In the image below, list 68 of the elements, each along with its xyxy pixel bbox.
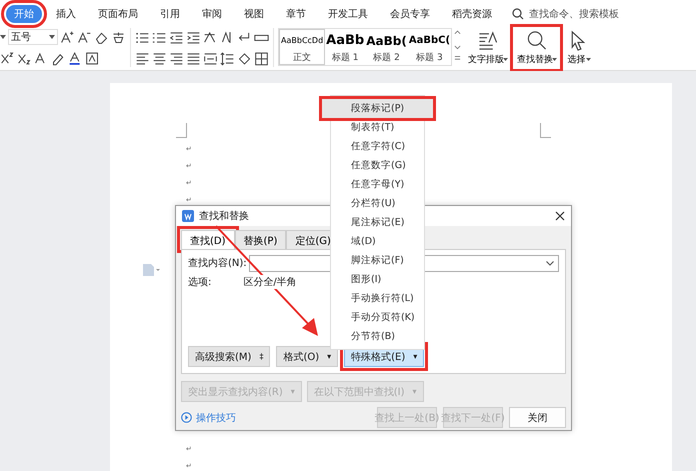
ribbon-tool-button[interactable]: 选择 [563, 28, 594, 68]
justify-icon[interactable] [186, 50, 201, 66]
line-spacing-icon[interactable] [220, 50, 235, 66]
style-label: 标题 3 [416, 52, 443, 64]
caret-icon[interactable] [552, 58, 558, 61]
style-label: 标题 2 [373, 52, 400, 64]
style-preview: AaBbCcDd [281, 34, 324, 46]
menu-tab[interactable]: 页面布局 [90, 5, 146, 23]
caret-icon[interactable] [503, 58, 508, 61]
menu-item[interactable]: 段落标记(P) [322, 99, 433, 118]
menu-item[interactable]: 任意数字(G) [331, 156, 424, 175]
increase-indent-icon[interactable] [186, 30, 201, 44]
style-preview: AaBb [326, 32, 364, 50]
menu-tab[interactable]: 开发工具 [320, 5, 376, 23]
decrease-indent-icon[interactable] [169, 30, 184, 44]
style-preview: AaBb( [366, 32, 407, 50]
dropdown-button[interactable]: 格式(O) ▾ [276, 346, 338, 367]
align-left-icon[interactable] [135, 50, 150, 66]
style-label: 标题 1 [332, 52, 358, 64]
menu-tab[interactable]: 审阅 [194, 5, 230, 23]
dialog-tab[interactable]: 替换(P) [234, 230, 286, 249]
caret-icon[interactable] [0, 35, 6, 39]
superscript-icon[interactable] [0, 50, 15, 66]
caret-icon[interactable] [49, 35, 55, 39]
menu-tab[interactable]: 会员专享 [382, 5, 438, 23]
style-label: 正文 [293, 52, 312, 64]
tips-link[interactable]: 操作技巧 [181, 410, 236, 424]
play-circle-icon[interactable] [181, 412, 192, 423]
search-field[interactable]: 查找命令、搜索模板 [512, 8, 641, 20]
menu-tab[interactable]: 引用 [152, 5, 188, 23]
dialog-button[interactable]: 关闭 [509, 407, 566, 428]
char-border-icon[interactable] [85, 50, 100, 66]
options-label: 选项: [188, 276, 212, 289]
close-icon[interactable] [555, 211, 565, 221]
borders-icon[interactable] [254, 50, 269, 66]
menu-item[interactable]: 任意字母(Y) [331, 175, 424, 194]
menu-tab[interactable]: 稻壳资源 [444, 5, 500, 23]
menu-item[interactable]: 任意字符(C) [331, 137, 424, 156]
menu-tab[interactable]: 开始 [6, 5, 42, 23]
menu-item[interactable]: 手动分页符(K) [331, 308, 424, 327]
menu-item[interactable]: 尾注标记(E) [331, 213, 424, 232]
chevron-icon[interactable] [546, 260, 554, 266]
options-value: 区分全/半角 [243, 275, 297, 289]
font-size-value: 五号 [11, 31, 31, 44]
style-preview: AaBbC( [408, 34, 450, 48]
grow-font-icon[interactable] [60, 30, 75, 44]
menu-tab[interactable]: 插入 [48, 5, 84, 23]
align-center-icon[interactable] [152, 50, 167, 66]
font-size-field[interactable]: 五号 [8, 29, 58, 45]
menu-item[interactable]: 脚注标记(F) [331, 251, 424, 270]
style-button[interactable]: AaBbCcDd 正文 [279, 29, 326, 65]
menu-item[interactable]: 手动换行符(L) [331, 289, 424, 308]
menu-item[interactable]: 图形(I) [331, 270, 424, 289]
dropdown-button[interactable]: 高级搜索(M) ‡ [188, 346, 270, 367]
search-icon[interactable] [512, 8, 524, 20]
menu-item[interactable]: 制表符(T) [331, 118, 424, 137]
dialog-title: 查找和替换 [199, 210, 249, 223]
ribbon-tool-button[interactable]: 文字排版 [465, 28, 510, 68]
menu-item[interactable]: 分栏符(U) [331, 194, 424, 213]
menu-tab[interactable]: 章节 [278, 5, 314, 23]
menu-item[interactable]: 分节符(B) [331, 327, 424, 346]
menu-tab[interactable]: 视图 [236, 5, 272, 23]
shrink-font-icon[interactable] [77, 30, 92, 44]
field-label: 查找内容(N): [188, 256, 247, 270]
distribute-icon[interactable] [203, 50, 218, 66]
caret-icon[interactable] [586, 58, 592, 61]
align-right-icon[interactable] [169, 50, 184, 66]
app-icon[interactable] [182, 210, 194, 222]
